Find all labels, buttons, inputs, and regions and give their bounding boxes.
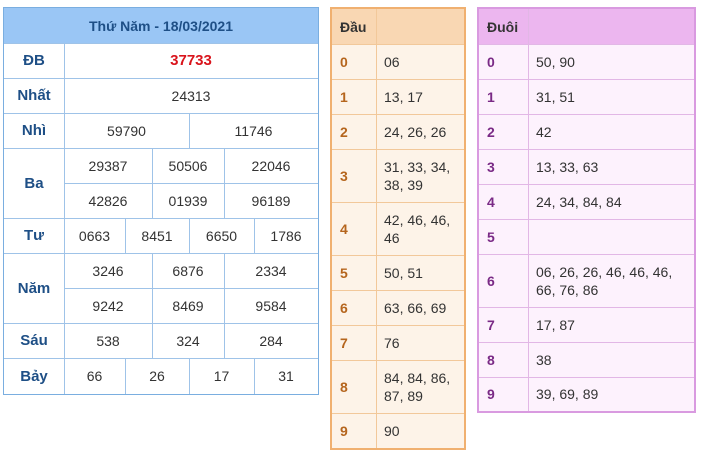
duoi-key: 0 [487,53,495,70]
dau-value: 13, 17 [384,88,423,105]
prize-number: 66 [86,368,103,384]
prize-label-tu: Tư [23,227,45,244]
dau-value: 63, 66, 69 [384,299,447,316]
prize-number: 01939 [168,192,208,209]
lottery-results-table: Thứ Năm - 18/03/2021 ĐB Nhất Nhì Ba Tư N… [3,7,319,395]
duoi-value: 17, 87 [536,316,575,333]
duoi-header-value [528,9,694,44]
duoi-key: 4 [487,193,495,210]
duoi-value: 31, 51 [536,88,575,105]
prize-number: 9242 [92,297,124,314]
prize-number: 31 [278,368,294,384]
dau-key: 1 [340,88,348,105]
prize-label-bay: Bảy [20,367,48,385]
dau-value: 76 [384,334,400,351]
duoi-value [528,219,694,254]
prize-number: 324 [176,332,200,349]
prize-number: 2334 [255,262,287,279]
dau-value: 31, 33, 34, 38, 39 [384,158,451,193]
duoi-value: 42 [536,123,552,140]
dau-key: 8 [340,378,348,395]
prize-number: 8469 [172,297,204,314]
duoi-header-key: Đuôi [479,9,528,44]
dau-key: 3 [340,167,348,184]
dau-key: 5 [340,264,348,281]
prize-number: 284 [259,332,283,349]
duoi-key: 3 [487,158,495,175]
prize-number: 26 [149,368,165,384]
duoi-value: 39, 69, 89 [536,386,599,402]
prize-label-nhat: Nhất [17,87,51,104]
dau-key: 2 [340,123,348,140]
duoi-value: 24, 34, 84, 84 [536,193,622,210]
prize-label-ba: Ba [24,174,44,192]
duoi-key: 7 [487,316,495,333]
prize-number: 9584 [255,297,287,314]
prize-label-nam: Năm [17,279,51,297]
dau-key: 9 [340,422,348,439]
prize-number: 6650 [205,227,238,244]
prize-number: 8451 [141,227,173,244]
prize-number: 1786 [270,227,302,244]
dau-value: 24, 26, 26 [384,123,447,140]
dau-key: 4 [340,220,348,237]
dau-key: 6 [340,299,348,316]
duoi-value: 06, 26, 26, 46, 46, 46, 66, 76, 86 [536,263,673,298]
duoi-key: 5 [487,228,495,245]
results-title: Thứ Năm - 18/03/2021 [4,8,318,43]
prize-number: 50506 [168,157,208,174]
prize-number: 538 [96,332,120,349]
duoi-key: 6 [487,272,495,289]
dau-header-key: Đầu [332,9,376,44]
duoi-value: 38 [536,351,552,368]
prize-number: 0663 [78,227,111,244]
prize-number: 11746 [234,122,273,139]
duoi-key: 1 [487,88,495,105]
dau-value: 42, 46, 46, 46 [384,211,451,246]
dau-header-value [376,9,464,44]
duoi-key: 9 [487,386,495,402]
duoi-key: 2 [487,123,495,140]
duoi-value: 50, 90 [536,53,575,70]
dau-value: 50, 51 [384,264,423,281]
prize-number: 17 [213,368,230,384]
prize-number: 6876 [172,262,204,279]
prize-number: 24313 [171,87,211,104]
dau-value: 90 [384,422,400,439]
prize-label-db: ĐB [23,52,45,69]
dau-value: 84, 84, 86, 87, 89 [384,369,451,404]
prize-label-nhi: Nhì [21,122,47,139]
prize-number: 96189 [251,192,291,209]
dau-key: 7 [340,334,348,351]
prize-number: 42826 [88,192,128,209]
prize-number: 29387 [88,157,128,174]
prize-number: 3246 [92,262,124,279]
duoi-value: 13, 33, 63 [536,158,599,175]
dau-value: 06 [384,53,400,70]
prize-number: 22046 [251,157,291,174]
duoi-key: 8 [487,351,495,368]
special-prize-number: 37733 [170,52,212,69]
prize-label-sau: Sáu [20,332,48,349]
duoi-table: Đuôi 0 50, 90 1 31, 51 2 42 3 13, 33, 63… [477,7,696,413]
dau-table: Đầu 0 06 1 13, 17 2 24, 26, 26 3 31, 33,… [330,7,466,450]
dau-key: 0 [340,53,348,70]
prize-number: 59790 [107,122,146,139]
